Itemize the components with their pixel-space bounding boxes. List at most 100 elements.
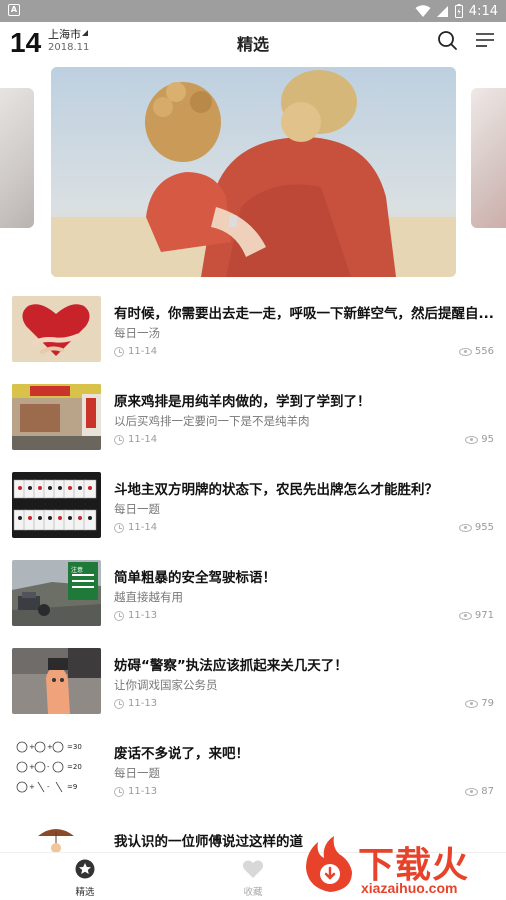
article-date: 11-14 [114, 522, 157, 533]
carousel-slide-prev[interactable] [0, 88, 34, 228]
article-thumbnail [12, 472, 101, 538]
sign-text: 注意 [71, 566, 83, 574]
tab-favorites-label: 收藏 [243, 887, 263, 898]
article-date-text: 11-14 [128, 434, 158, 445]
eye-icon [465, 699, 479, 708]
battery-icon [454, 4, 463, 18]
article-subtitle: 以后买鸡排一定要问一下是不是纯羊肉 [114, 414, 310, 428]
svg-text:+: + [29, 743, 35, 751]
eye-icon [458, 347, 472, 356]
article-date-text: 11-14 [128, 346, 158, 357]
clock-icon [114, 610, 124, 621]
heart-icon [242, 860, 264, 878]
clock-icon [114, 522, 124, 533]
article-views: 79 [465, 698, 494, 709]
article-thumbnail: + + + - + - =30 =20 =9 [12, 736, 101, 802]
article-subtitle: 每日一汤 [114, 326, 160, 340]
flame-logo-icon [306, 836, 352, 892]
article-thumbnail: 注意 [12, 560, 101, 626]
article-date-text: 11-13 [128, 698, 158, 709]
notification-icon: A [8, 4, 20, 16]
watermark: 下载火 xiazaihuo.com [298, 828, 506, 900]
status-bar: A 4:14 [0, 0, 506, 22]
article-thumbnail [12, 296, 101, 362]
article-title: 简单粗暴的安全驾驶标语！ [114, 570, 276, 586]
eye-icon [465, 435, 479, 444]
article-date: 11-13 [114, 610, 157, 621]
clock-icon [114, 786, 124, 797]
tab-featured-label: 精选 [75, 887, 95, 898]
article-subtitle: 每日一题 [114, 766, 160, 780]
article-item[interactable]: 注意 简单粗暴的安全驾驶标语！ 越直接越有用 11-13 971 [0, 552, 506, 640]
article-title: 斗地主双方明牌的状态下，农民先出牌怎么才能胜利？ [114, 482, 438, 498]
article-title: 妨碍“警察”执法应该抓起来关几天了！ [114, 658, 348, 674]
app-header: 14 上海市 2018.11 精选 [0, 22, 506, 62]
article-subtitle: 越直接越有用 [114, 590, 183, 604]
clock-icon [114, 698, 124, 709]
article-views-count: 95 [481, 434, 494, 445]
playing-cards-image [12, 472, 101, 538]
article-thumbnail [12, 648, 101, 714]
puzzle-result-3: =9 [67, 783, 77, 791]
article-title: 原来鸡排是用纯羊肉做的，学到了学到了！ [114, 394, 371, 410]
carousel-slide-current[interactable] [51, 67, 456, 277]
article-date: 11-14 [114, 346, 157, 357]
article-views: 971 [458, 610, 494, 621]
article-views-count: 556 [474, 346, 494, 357]
article-item[interactable]: 有时候，你需要出去走一走，呼吸一下新鲜空气，然后提醒自... 每日一汤 11-1… [0, 288, 506, 376]
article-views: 87 [465, 786, 494, 797]
star-icon [75, 859, 95, 879]
hand-toy-image [12, 648, 101, 714]
road-sign-image: 注意 [12, 560, 101, 626]
watermark-url: xiazaihuo.com [361, 880, 458, 896]
article-views-count: 971 [474, 610, 494, 621]
svg-text:+: + [29, 763, 35, 771]
clock-time: 4:14 [468, 3, 498, 19]
clock-icon [114, 434, 124, 445]
article-date: 11-14 [114, 434, 157, 445]
puzzle-result-1: =30 [67, 743, 82, 751]
city-name: 上海市 [48, 28, 81, 41]
heart-hug-image [12, 296, 101, 362]
article-views-count: 955 [474, 522, 494, 533]
article-item[interactable]: 妨碍“警察”执法应该抓起来关几天了！ 让你调戏国家公务员 11-13 79 [0, 640, 506, 728]
svg-text:+: + [47, 743, 53, 751]
wifi-icon [415, 4, 431, 17]
city-selector[interactable]: 上海市 [48, 26, 88, 42]
article-views-count: 87 [481, 786, 494, 797]
tab-favorites[interactable]: 收藏 [213, 857, 293, 898]
menu-icon[interactable] [474, 30, 496, 50]
article-views: 95 [465, 434, 494, 445]
article-item[interactable]: 斗地主双方明牌的状态下，农民先出牌怎么才能胜利？ 每日一题 11-14 955 [0, 464, 506, 552]
article-views: 556 [458, 346, 494, 357]
article-date: 11-13 [114, 698, 157, 709]
svg-text:+: + [29, 783, 35, 791]
article-item[interactable]: 原来鸡排是用纯羊肉做的，学到了学到了！ 以后买鸡排一定要问一下是不是纯羊肉 11… [0, 376, 506, 464]
article-subtitle: 每日一题 [114, 502, 160, 516]
date-month: 2018.11 [48, 42, 90, 53]
puzzle-result-2: =20 [67, 763, 82, 771]
article-views-count: 79 [481, 698, 494, 709]
article-subtitle: 让你调戏国家公务员 [114, 678, 218, 692]
mother-and-child-image [51, 67, 456, 277]
carousel-slide-next[interactable] [471, 88, 506, 228]
article-title: 有时候，你需要出去走一走，呼吸一下新鲜空气，然后提醒自... [114, 306, 494, 322]
banner-carousel[interactable] [0, 62, 506, 288]
cat-math-puzzle-image: + + + - + - =30 =20 =9 [12, 736, 101, 802]
article-views: 955 [458, 522, 494, 533]
article-date-text: 11-13 [128, 610, 158, 621]
article-date-text: 11-14 [128, 522, 158, 533]
article-item[interactable]: + + + - + - =30 =20 =9 废话不多说了，来吧！ 每日一题 11-1… [0, 728, 506, 816]
tab-featured[interactable]: 精选 [45, 857, 125, 898]
shop-front-image [12, 384, 101, 450]
clock-icon [114, 346, 124, 357]
article-thumbnail [12, 384, 101, 450]
article-date-text: 11-13 [128, 786, 158, 797]
article-title: 废话不多说了，来吧！ [114, 746, 249, 762]
eye-icon [458, 611, 472, 620]
eye-icon [465, 787, 479, 796]
signal-icon [436, 5, 448, 17]
caret-icon [82, 30, 88, 36]
search-icon[interactable] [436, 29, 458, 51]
status-icons: 4:14 [415, 2, 498, 20]
